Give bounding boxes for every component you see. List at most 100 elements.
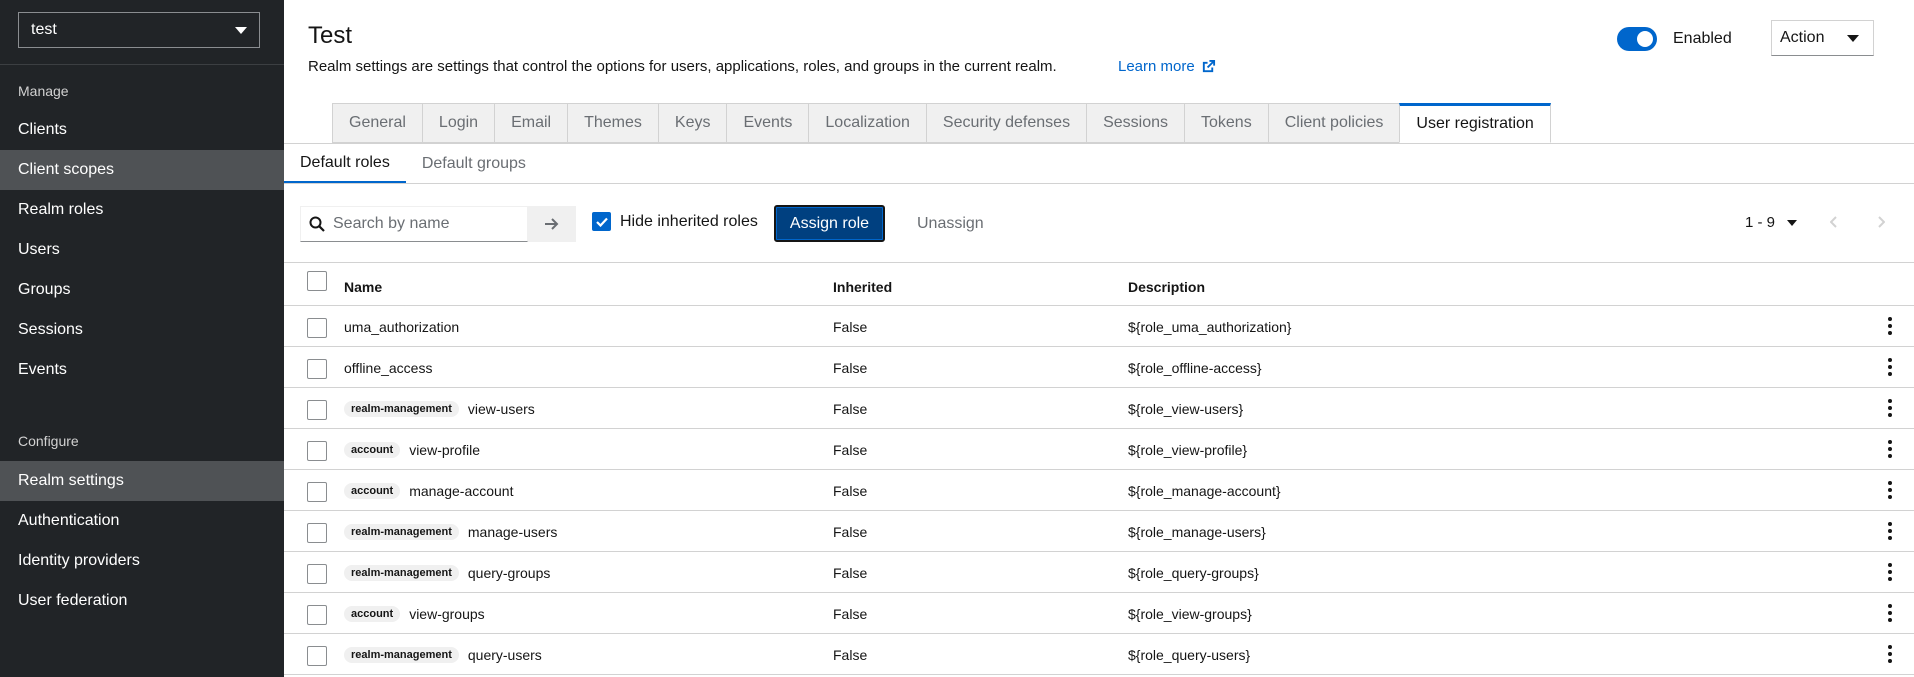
table-row: realm-management view-users False ${role_…	[284, 388, 1914, 429]
assign-role-button[interactable]: Assign role	[774, 205, 885, 242]
row-checkbox[interactable]	[307, 482, 327, 502]
inherited-cell: False	[833, 646, 868, 663]
pagination-dropdown[interactable]: 1 - 9	[1745, 214, 1798, 231]
realm-settings-tabs: General Login Email Themes Keys Events Localiz…	[332, 103, 1551, 143]
description-cell: ${role_query-groups}	[1128, 564, 1259, 581]
column-inherited: Inherited	[833, 279, 893, 295]
sidebar-item-groups[interactable]: Groups	[0, 270, 284, 310]
row-checkbox[interactable]	[307, 564, 327, 584]
nav-divider	[0, 64, 284, 65]
action-dropdown[interactable]: Action	[1771, 20, 1874, 56]
description-cell: ${role_uma_authorization}	[1128, 318, 1292, 335]
previous-page-button[interactable]	[1822, 212, 1846, 232]
role-name: view-users	[467, 400, 535, 417]
role-name: uma_authorization	[344, 318, 460, 335]
inherited-cell: False	[833, 482, 868, 499]
client-badge: realm-management	[344, 400, 459, 417]
client-badge: account	[344, 605, 401, 622]
action-dropdown-label: Action	[1780, 29, 1825, 46]
realm-selector[interactable]: test	[18, 12, 260, 48]
tab-general[interactable]: General	[332, 103, 422, 143]
description-cell: ${role_view-users}	[1128, 400, 1244, 417]
subtab-default-groups[interactable]: Default groups	[406, 144, 542, 184]
chevron-right-icon	[1878, 216, 1885, 228]
hide-inherited-checkbox[interactable]	[592, 212, 611, 231]
next-page-button[interactable]	[1869, 212, 1893, 232]
row-checkbox[interactable]	[307, 646, 327, 666]
role-name-cell: realm-management query-users	[344, 634, 542, 675]
sidebar-item-clients[interactable]: Clients	[0, 110, 284, 150]
unassign-button[interactable]: Unassign	[905, 205, 996, 242]
tab-localization[interactable]: Localization	[808, 103, 926, 143]
role-name-cell: uma_authorization	[344, 306, 459, 347]
caret-down-icon	[1787, 219, 1798, 226]
table-row: uma_authorization False ${role_uma_autho…	[284, 306, 1914, 347]
tab-tokens[interactable]: Tokens	[1184, 103, 1268, 143]
row-checkbox[interactable]	[307, 523, 327, 543]
row-checkbox[interactable]	[307, 441, 327, 461]
description-cell: ${role_offline-access}	[1128, 359, 1262, 376]
role-name-cell: account manage-account	[344, 470, 513, 511]
client-badge: realm-management	[344, 646, 459, 663]
role-name-cell: offline_access	[344, 347, 432, 388]
role-name: query-users	[467, 646, 542, 663]
learn-more-link[interactable]: Learn more	[1118, 58, 1216, 75]
kebab-menu-icon[interactable]	[1882, 480, 1898, 500]
search-input[interactable]	[333, 215, 523, 233]
nav-section-manage: Manage	[18, 83, 69, 99]
sidebar-item-sessions[interactable]: Sessions	[0, 310, 284, 350]
row-checkbox[interactable]	[307, 605, 327, 625]
row-checkbox[interactable]	[307, 318, 327, 338]
sidebar-item-realm-roles[interactable]: Realm roles	[0, 190, 284, 230]
tab-login[interactable]: Login	[421, 103, 495, 143]
tab-sessions[interactable]: Sessions	[1086, 103, 1184, 143]
role-name-cell: realm-management manage-users	[344, 511, 557, 552]
tab-keys[interactable]: Keys	[657, 103, 727, 143]
kebab-menu-icon[interactable]	[1882, 644, 1898, 664]
client-badge: account	[344, 482, 401, 499]
role-name: manage-account	[409, 482, 514, 499]
chevron-left-icon	[1830, 216, 1837, 228]
enabled-toggle[interactable]	[1617, 27, 1657, 51]
sidebar-item-events[interactable]: Events	[0, 350, 284, 390]
sidebar-item-users[interactable]: Users	[0, 230, 284, 270]
sidebar-item-identity-providers[interactable]: Identity providers	[0, 541, 284, 581]
row-checkbox[interactable]	[307, 359, 327, 379]
inherited-cell: False	[833, 564, 868, 581]
tab-security-defenses[interactable]: Security defenses	[925, 103, 1087, 143]
sidebar-item-realm-settings[interactable]: Realm settings	[0, 461, 284, 501]
sidebar: test Manage Configure Clients Client scop…	[0, 0, 284, 677]
kebab-menu-icon[interactable]	[1882, 439, 1898, 459]
table-row: offline_access False ${role_offline-acce…	[284, 347, 1914, 388]
description-cell: ${role_view-groups}	[1128, 605, 1252, 622]
role-name: offline_access	[344, 359, 433, 376]
description-cell: ${role_query-users}	[1128, 646, 1251, 663]
tab-events[interactable]: Events	[726, 103, 809, 143]
kebab-menu-icon[interactable]	[1882, 398, 1898, 418]
tab-themes[interactable]: Themes	[567, 103, 658, 143]
row-checkbox[interactable]	[307, 400, 327, 420]
tab-email[interactable]: Email	[494, 103, 568, 143]
search-submit-button[interactable]	[528, 206, 576, 242]
kebab-menu-icon[interactable]	[1882, 316, 1898, 336]
kebab-menu-icon[interactable]	[1882, 521, 1898, 541]
subtab-default-roles[interactable]: Default roles	[284, 144, 406, 184]
tab-client-policies[interactable]: Client policies	[1267, 103, 1400, 143]
table-row: account manage-account False ${role_manag…	[284, 470, 1914, 511]
kebab-menu-icon[interactable]	[1882, 562, 1898, 582]
caret-down-icon	[235, 26, 247, 34]
sidebar-item-user-federation[interactable]: User federation	[0, 581, 284, 621]
table-row: account view-groups False ${role_view-gro…	[284, 593, 1914, 634]
sidebar-item-client-scopes[interactable]: Client scopes	[0, 150, 284, 190]
select-all-checkbox[interactable]	[307, 271, 327, 291]
realm-selector-value: test	[31, 21, 57, 38]
kebab-menu-icon[interactable]	[1882, 603, 1898, 623]
kebab-menu-icon[interactable]	[1882, 357, 1898, 377]
inherited-cell: False	[833, 400, 868, 417]
inherited-cell: False	[833, 318, 868, 335]
table-row: realm-management manage-users False ${rol…	[284, 511, 1914, 552]
tab-user-registration[interactable]: User registration	[1399, 103, 1551, 143]
description-cell: ${role_manage-users}	[1128, 523, 1266, 540]
sidebar-item-authentication[interactable]: Authentication	[0, 501, 284, 541]
inherited-cell: False	[833, 523, 868, 540]
